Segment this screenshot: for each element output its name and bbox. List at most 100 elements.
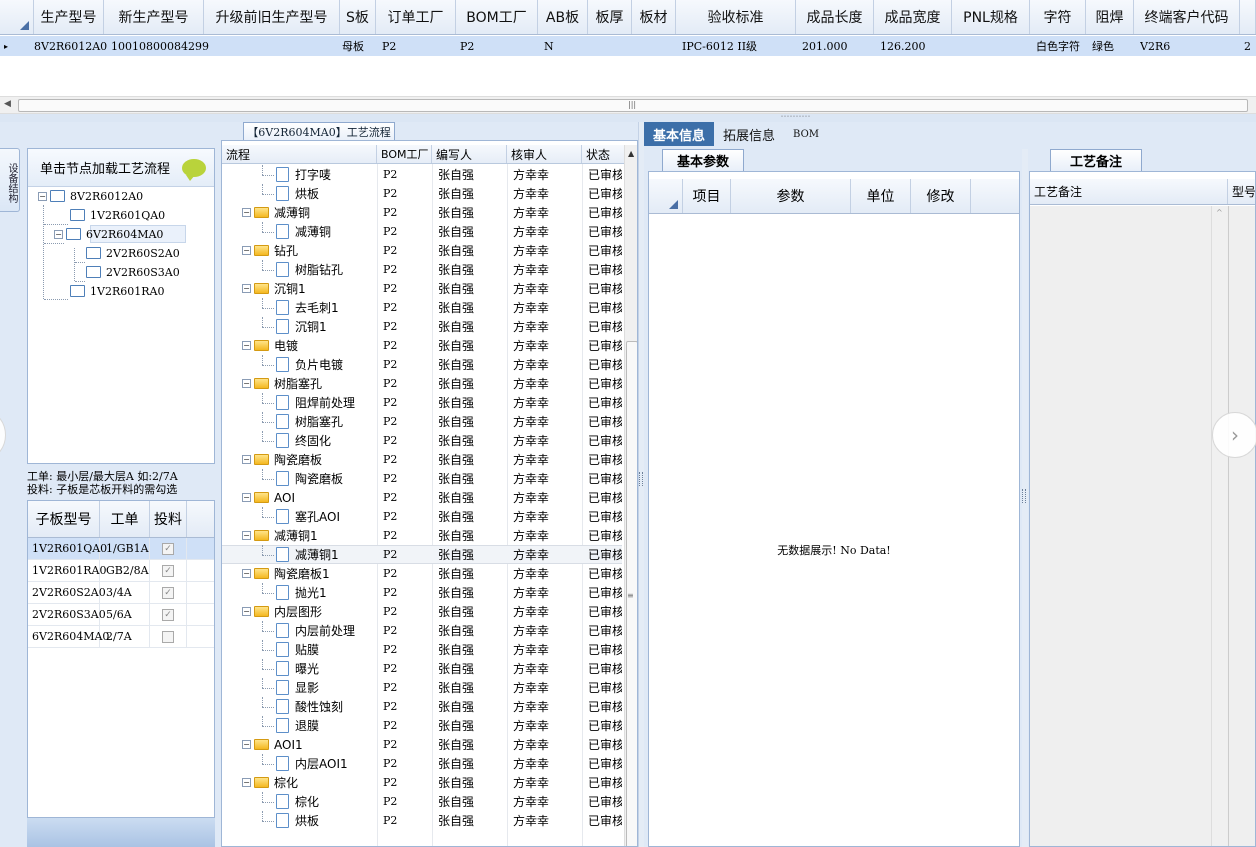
flow-step-row[interactable]: 显影 P2 张自强 方幸幸 已审核 [222, 678, 622, 697]
cell-status[interactable]: 已审核 [582, 470, 622, 487]
flow-group-row[interactable]: − 沉铜1 P2 张自强 方幸幸 已审核 [222, 279, 622, 298]
cell-writer[interactable]: 张自强 [432, 717, 507, 734]
cell-status[interactable]: 已审核 [582, 527, 622, 544]
cell-writer[interactable]: 张自强 [432, 280, 507, 297]
col-header-status[interactable]: 状态 [582, 145, 624, 163]
cell-writer[interactable]: 张自强 [432, 166, 507, 183]
cell-bom[interactable]: P2 [377, 263, 432, 276]
cell-bom[interactable]: P2 [377, 567, 432, 580]
cell-writer[interactable]: 张自强 [432, 432, 507, 449]
flow-step-row[interactable]: 负片电镀 P2 张自强 方幸幸 已审核 [222, 355, 622, 374]
cell-flow-name[interactable]: − 陶瓷磨板 [222, 450, 377, 469]
cell-status[interactable]: 已审核 [582, 793, 622, 810]
cell-bom[interactable]: P2 [377, 662, 432, 675]
side-tab[interactable]: 设备结构 [0, 148, 20, 212]
tree-node-label[interactable]: 1V2R601QA0 [90, 209, 165, 222]
flow-step-row[interactable]: 酸性蚀刻 P2 张自强 方幸幸 已审核 [222, 697, 622, 716]
cell-bom[interactable]: P2 [377, 168, 432, 181]
collapse-icon[interactable]: − [242, 569, 251, 578]
feed-checkbox[interactable]: ✓ [162, 564, 174, 577]
flow-group-row[interactable]: − 陶瓷磨板1 P2 张自强 方幸幸 已审核 [222, 564, 622, 583]
select-all-corner[interactable] [649, 179, 683, 213]
cell-sub-model[interactable]: 2V2R60S2A0 [28, 582, 106, 603]
cell-reviewer[interactable]: 方幸幸 [507, 660, 582, 677]
cell-bom[interactable]: P2 [377, 491, 432, 504]
cell-ab-board[interactable]: N [544, 40, 594, 53]
cell-reviewer[interactable]: 方幸幸 [507, 489, 582, 506]
flow-group-row[interactable]: − 棕化 P2 张自强 方幸幸 已审核 [222, 773, 622, 792]
cell-width[interactable]: 126.200 [880, 40, 958, 53]
cell-writer[interactable]: 张自强 [432, 261, 507, 278]
table-row[interactable]: ▸ 8V2R6012A0 10010800084299 母板 P2 P2 N I… [0, 36, 1256, 56]
cell-flow-name[interactable]: 打字唛 [222, 165, 377, 184]
table-row[interactable]: 1V2R601RA0 GB2/8A ✓ [28, 560, 214, 582]
flow-step-row[interactable]: 打字唛 P2 张自强 方幸幸 已审核 [222, 165, 622, 184]
cell-status[interactable]: 已审核 [582, 375, 622, 392]
process-notes-tab[interactable]: 工艺备注 [1050, 149, 1142, 171]
flow-group-row[interactable]: − AOI P2 张自强 方幸幸 已审核 [222, 488, 622, 507]
tree-node-grandchild[interactable]: 2V2R60S3A0 [86, 263, 180, 281]
cell-flow-name[interactable]: − 棕化 [222, 773, 377, 792]
cell-reviewer[interactable]: 方幸幸 [507, 603, 582, 620]
select-all-corner[interactable] [0, 0, 34, 34]
collapse-icon[interactable]: − [242, 341, 251, 350]
cell-reviewer[interactable]: 方幸幸 [507, 413, 582, 430]
cell-status[interactable]: 已审核 [582, 356, 622, 373]
col-header-bom-factory[interactable]: BOM工厂 [456, 0, 538, 34]
cell-bom[interactable]: P2 [377, 415, 432, 428]
col-header-model[interactable]: 生产型号 [34, 0, 104, 34]
cell-order[interactable]: 2/7A [100, 626, 150, 647]
cell-reviewer[interactable]: 方幸幸 [507, 394, 582, 411]
cell-char[interactable]: 白色字符 [1036, 38, 1092, 54]
cell-flow-name[interactable]: − 沉铜1 [222, 279, 377, 298]
horizontal-splitter[interactable]: ˙˙˙˙˙˙˙˙˙˙ [0, 114, 1256, 124]
collapse-icon[interactable]: − [242, 284, 251, 293]
cell-writer[interactable]: 张自强 [432, 622, 507, 639]
flow-group-row[interactable]: − AOI1 P2 张自强 方幸幸 已审核 [222, 735, 622, 754]
collapse-icon[interactable]: − [242, 379, 251, 388]
cell-flow-name[interactable]: − AOI [222, 488, 377, 507]
cell-bom[interactable]: P2 [377, 719, 432, 732]
cell-new-model[interactable]: 10010800084299 [111, 40, 211, 53]
cell-writer[interactable]: 张自强 [432, 356, 507, 373]
cell-order[interactable]: 3/4A [100, 582, 150, 603]
cell-bom[interactable]: P2 [377, 624, 432, 637]
cell-status[interactable]: 已审核 [582, 261, 622, 278]
cell-writer[interactable]: 张自强 [432, 185, 507, 202]
cell-status[interactable]: 已审核 [582, 679, 622, 696]
cell-bom[interactable]: P2 [377, 396, 432, 409]
cell-reviewer[interactable]: 方幸幸 [507, 812, 582, 829]
cell-flow-name[interactable]: 贴膜 [222, 640, 377, 659]
flow-step-row[interactable]: 减薄铜1 P2 张自强 方幸幸 已审核 [222, 545, 622, 564]
flow-step-row[interactable]: 终固化 P2 张自强 方幸幸 已审核 [222, 431, 622, 450]
col-header-model[interactable]: 型号 [1228, 179, 1255, 204]
cell-bom[interactable]: P2 [377, 206, 432, 219]
cell-flow-name[interactable]: 树脂钻孔 [222, 260, 377, 279]
flow-group-row[interactable]: − 钻孔 P2 张自强 方幸幸 已审核 [222, 241, 622, 260]
flow-step-row[interactable]: 烘板 P2 张自强 方幸幸 已审核 [222, 811, 622, 830]
cell-writer[interactable]: 张自强 [432, 242, 507, 259]
cell-reviewer[interactable]: 方幸幸 [507, 337, 582, 354]
cell-bom[interactable]: P2 [377, 320, 432, 333]
col-header-order[interactable]: 工单 [100, 501, 150, 537]
cell-flow-name[interactable]: − 树脂塞孔 [222, 374, 377, 393]
cell-writer[interactable]: 张自强 [432, 698, 507, 715]
col-header-flow[interactable]: 流程 [222, 145, 377, 163]
cell-flow-name[interactable]: 树脂塞孔 [222, 412, 377, 431]
cell-order[interactable]: 5/6A [100, 604, 150, 625]
cell-reviewer[interactable]: 方幸幸 [507, 527, 582, 544]
cell-reviewer[interactable]: 方幸幸 [507, 470, 582, 487]
cell-writer[interactable]: 张自强 [432, 774, 507, 791]
cell-writer[interactable]: 张自强 [432, 394, 507, 411]
flow-step-row[interactable]: 贴膜 P2 张自强 方幸幸 已审核 [222, 640, 622, 659]
cell-bom[interactable]: P2 [377, 453, 432, 466]
next-page-button[interactable]: › [1212, 412, 1256, 458]
tree-node-grandchild[interactable]: 2V2R60S2A0 [86, 244, 180, 262]
cell-status[interactable]: 已审核 [582, 299, 622, 316]
cell-flow-name[interactable]: − 内层图形 [222, 602, 377, 621]
cell-reviewer[interactable]: 方幸幸 [507, 565, 582, 582]
cell-writer[interactable]: 张自强 [432, 204, 507, 221]
collapse-icon[interactable]: − [242, 208, 251, 217]
table-row[interactable]: 1V2R601QA0 1/GB1A ✓ [28, 538, 214, 560]
cell-status[interactable]: 已审核 [582, 660, 622, 677]
